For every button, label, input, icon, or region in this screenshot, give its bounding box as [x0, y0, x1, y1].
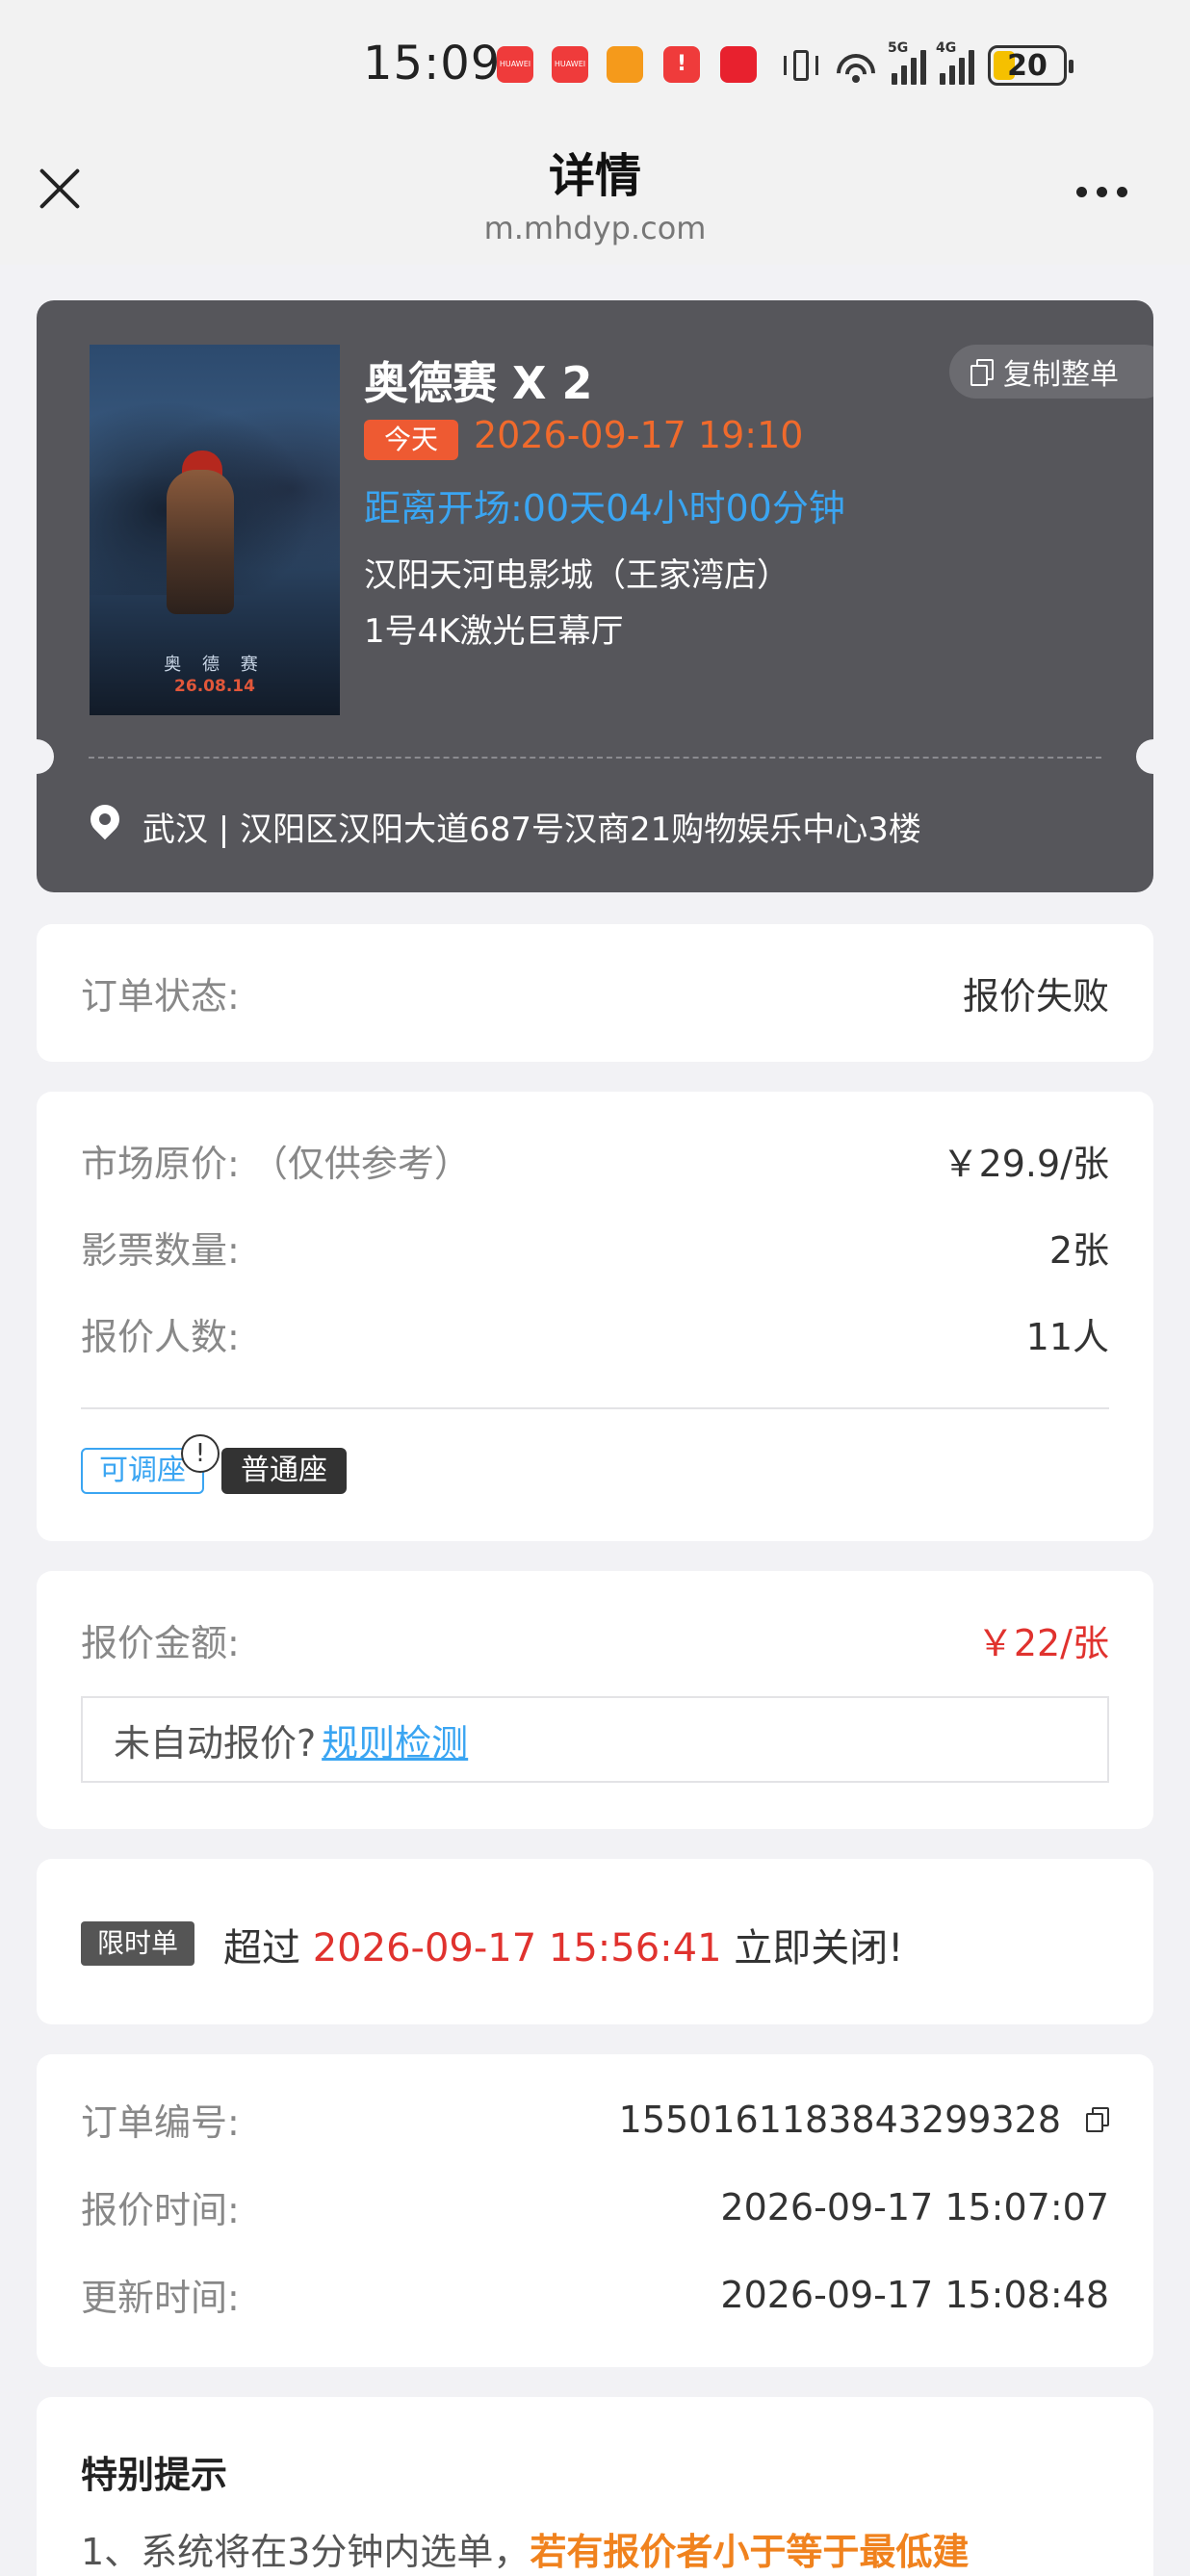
limited-time-card: 限时单 超过 2026-09-17 15:56:41 立即关闭! [37, 1859, 1153, 2024]
signal-4g-icon: 4G [936, 40, 974, 85]
deadline-time: 2026-09-17 15:56:41 [312, 1926, 722, 1971]
ticket-card: 奥 德 赛 26.08.14 奥德赛 X 2 复制整单 今天 2026-09-1… [37, 300, 1153, 892]
today-badge: 今天 [364, 420, 458, 460]
movie-title: 奥德赛 X 2 [364, 357, 593, 409]
order-status-row: 订单状态: 报价失败 [81, 966, 1109, 1019]
quote-amount-value: ￥22/张 [976, 1622, 1109, 1664]
tips-title: 特别提示 [81, 2454, 228, 2496]
more-options-icon[interactable] [1076, 187, 1127, 197]
quote-card: 报价金额: ￥22/张 未自动报价? 规则检测 [37, 1571, 1153, 1829]
copy-icon [970, 359, 994, 386]
quote-time-value: 2026-09-17 15:07:07 [720, 2185, 1109, 2228]
bidder-count-value: 11人 [1025, 1316, 1109, 1358]
status-time: 15:09 [363, 37, 502, 90]
no-auto-quote-text: 未自动报价? [114, 1721, 317, 1765]
market-price-row: 市场原价: （仅供参考） ￥29.9/张 [81, 1134, 1109, 1187]
movie-poster[interactable]: 奥 德 赛 26.08.14 [90, 345, 340, 715]
update-time-label: 更新时间: [81, 2277, 240, 2319]
update-time-row: 更新时间: 2026-09-17 15:08:48 [81, 2268, 1109, 2321]
pricing-divider [81, 1407, 1109, 1409]
poster-date: 26.08.14 [174, 677, 255, 696]
order-status-label: 订单状态: [81, 975, 240, 1018]
signal-5g-icon: 5G [888, 40, 926, 85]
copy-order-number-icon[interactable] [1084, 2105, 1109, 2132]
order-number-row: 订单编号: 1550161183843299328 [81, 2093, 1109, 2146]
order-number-label: 订单编号: [81, 2101, 240, 2144]
quote-amount-row: 报价金额: ￥22/张 [81, 1613, 1109, 1666]
order-info-card: 订单编号: 1550161183843299328 报价时间: 2026-09-… [37, 2054, 1153, 2367]
copy-order-label: 复制整单 [1003, 358, 1119, 392]
order-status-card: 订单状态: 报价失败 [37, 924, 1153, 1062]
ticket-divider [89, 757, 1101, 759]
securities-app-icon [720, 46, 757, 83]
ticket-count-row: 影票数量: 2张 [81, 1221, 1109, 1274]
order-number-value: 1550161183843299328 [619, 2099, 1109, 2141]
tips-card: 特别提示 1、系统将在3分钟内选单，若有报价者小于等于最低建 [37, 2397, 1153, 2576]
ticket-count-value: 2张 [1048, 1229, 1109, 1272]
market-price-value: ￥29.9/张 [942, 1143, 1109, 1185]
rule-check-box: 未自动报价? 规则检测 [81, 1696, 1109, 1783]
bidder-count-label: 报价人数: [81, 1316, 240, 1358]
location-pin-icon [89, 805, 121, 843]
limited-order-text: 超过 2026-09-17 15:56:41 立即关闭! [223, 1926, 904, 1971]
wifi-icon [834, 46, 878, 85]
battery-icon: 20 [988, 45, 1074, 86]
video-app-icon [607, 46, 643, 83]
ticket-count-label: 影票数量: [81, 1229, 240, 1272]
cinema-address: 武汉 | 汉阳区汉阳大道687号汉商21购物娱乐中心3楼 [142, 811, 921, 849]
page-domain: m.mhdyp.com [483, 210, 707, 246]
huawei-app-icon: HUAWEI [552, 46, 588, 83]
huawei-app-icon: HUAWEI [497, 46, 533, 83]
battery-level: 20 [1007, 48, 1048, 83]
order-status-value: 报价失败 [962, 975, 1109, 1018]
alert-app-icon: ! [663, 46, 700, 83]
ticket-notch-left [37, 739, 54, 774]
vibrate-icon [782, 46, 820, 85]
countdown: 距离开场:00天04小时00分钟 [364, 487, 845, 529]
info-icon[interactable]: ! [181, 1434, 220, 1473]
rule-check-link[interactable]: 规则检测 [322, 1713, 468, 1766]
status-indicators: 5G 4G 20 [782, 39, 1074, 92]
update-time-value: 2026-09-17 15:08:48 [720, 2273, 1109, 2316]
cinema-name: 汉阳天河电影城（王家湾店） [364, 556, 789, 595]
show-time: 2026-09-17 19:10 [474, 414, 804, 456]
hall-name: 1号4K激光巨幕厅 [364, 612, 624, 651]
bidder-count-row: 报价人数: 11人 [81, 1307, 1109, 1360]
pricing-card: 市场原价: （仅供参考） ￥29.9/张 影票数量: 2张 报价人数: 11人 … [37, 1092, 1153, 1541]
market-price-label: 市场原价: （仅供参考） [81, 1143, 471, 1185]
copy-order-button[interactable]: 复制整单 [949, 345, 1153, 399]
limited-order-tag: 限时单 [81, 1921, 194, 1966]
tip-line-1: 1、系统将在3分钟内选单，若有报价者小于等于最低建 [81, 2531, 970, 2573]
status-bar: 15:09 HUAWEI HUAWEI ! 5G 4G 20 [0, 0, 1190, 125]
poster-title: 奥 德 赛 [164, 655, 266, 675]
quote-time-label: 报价时间: [81, 2189, 240, 2231]
ticket-notch-right [1136, 739, 1153, 774]
quote-time-row: 报价时间: 2026-09-17 15:07:07 [81, 2180, 1109, 2233]
quote-amount-label: 报价金额: [81, 1622, 240, 1664]
page-title: 详情 [548, 149, 641, 203]
normal-seat-tag: 普通座 [221, 1448, 347, 1494]
